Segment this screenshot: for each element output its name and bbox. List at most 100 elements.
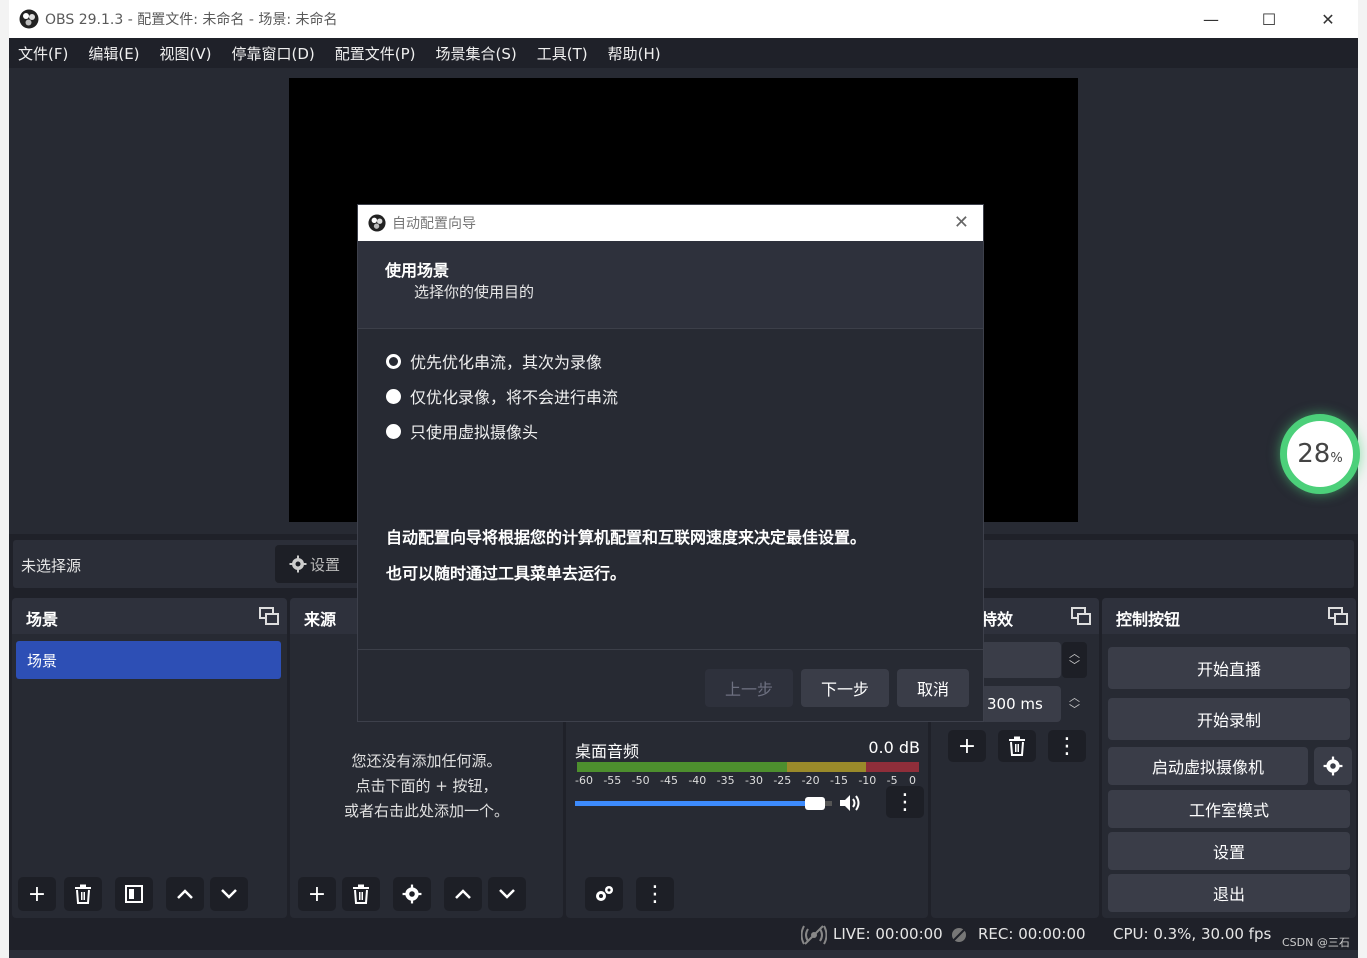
controls-dock: 控制按钮 开始直播 开始录制 启动虚拟摄像机 工作室模式 设置 退出	[1102, 598, 1356, 918]
sources-empty-message[interactable]: 您还没有添加任何源。 点击下面的 + 按钮， 或者右击此处添加一个。	[290, 749, 563, 824]
kebab-icon: ⋮	[1056, 733, 1078, 759]
auto-config-dialog: 自动配置向导 ✕ 使用场景 选择你的使用目的 优先优化串流，其次为录像 仅优化录…	[357, 204, 984, 722]
close-button[interactable]: ✕	[1299, 0, 1357, 38]
add-source-button[interactable]: +	[298, 877, 336, 911]
mixer-advanced-button[interactable]	[585, 877, 623, 911]
dialog-close-icon[interactable]: ✕	[954, 212, 969, 233]
live-signal-icon	[801, 925, 827, 945]
meter-scale-tick: -10	[858, 774, 877, 787]
plus-icon: +	[957, 733, 977, 759]
plus-icon: +	[307, 881, 327, 907]
scenes-dock: 场景 场景 +	[12, 598, 287, 918]
menu-edit[interactable]: 编辑(E)	[88, 43, 139, 64]
back-button[interactable]: 上一步	[705, 669, 793, 707]
studio-mode-button[interactable]: 工作室模式	[1108, 790, 1350, 828]
volume-slider-track[interactable]	[575, 797, 832, 810]
gear-icon	[289, 555, 307, 573]
add-scene-button[interactable]: +	[18, 877, 56, 911]
meter-scale-tick: -20	[801, 774, 820, 787]
scenes-dock-header: 场景	[12, 598, 287, 634]
source-move-up-button[interactable]	[444, 877, 482, 911]
controls-dock-header: 控制按钮	[1102, 598, 1356, 634]
dialog-footer: 上一步 下一步 取消	[358, 649, 983, 721]
menu-help[interactable]: 帮助(H)	[608, 43, 661, 64]
meter-scale-tick: -35	[716, 774, 735, 787]
live-timer: LIVE: 00:00:00	[833, 925, 943, 943]
radio-unselected[interactable]	[386, 423, 401, 439]
transition-duration-field[interactable]: 300 ms	[981, 686, 1061, 722]
scene-filters-button[interactable]	[115, 877, 153, 911]
undock-icon[interactable]	[1071, 607, 1091, 625]
scene-move-down-button[interactable]	[210, 877, 248, 911]
undock-icon[interactable]	[1328, 607, 1348, 625]
filter-icon	[125, 885, 143, 903]
gauge-unit: %	[1330, 450, 1343, 466]
menu-view[interactable]: 视图(V)	[160, 43, 212, 64]
remove-scene-button[interactable]	[64, 877, 102, 911]
option-virtualcam-only[interactable]: 只使用虚拟摄像头	[386, 419, 538, 443]
desktop-left-edge	[0, 0, 9, 958]
menu-docks[interactable]: 停靠窗口(D)	[232, 43, 315, 64]
source-settings-label: 设置	[310, 555, 341, 574]
start-recording-button[interactable]: 开始录制	[1108, 698, 1350, 740]
chevron-up-icon	[177, 889, 193, 899]
menu-file[interactable]: 文件(F)	[18, 43, 68, 64]
source-move-down-button[interactable]	[488, 877, 526, 911]
option-label: 只使用虚拟摄像头	[410, 423, 539, 442]
meter-scale-tick: -25	[773, 774, 792, 787]
next-button[interactable]: 下一步	[801, 669, 889, 707]
option-stream-priority[interactable]: 优先优化串流，其次为录像	[386, 349, 602, 373]
radio-unselected[interactable]	[386, 388, 401, 404]
option-label: 优先优化串流，其次为录像	[410, 353, 603, 372]
source-settings-button[interactable]: 设置	[275, 545, 367, 583]
meter-scale-tick: -60	[575, 774, 593, 787]
floating-performance-gauge[interactable]: 28%	[1280, 414, 1360, 494]
exit-button[interactable]: 退出	[1108, 874, 1350, 912]
virtualcam-settings-button[interactable]	[1314, 747, 1352, 785]
volume-slider-handle[interactable]	[804, 797, 825, 810]
transition-menu-button[interactable]: ⋮	[1048, 730, 1086, 762]
remove-source-button[interactable]	[342, 877, 380, 911]
gear-icon	[1323, 756, 1343, 776]
mixer-track-level: 0.0 dB	[868, 738, 920, 757]
meter-yellow-zone	[787, 762, 867, 772]
transition-select[interactable]	[981, 642, 1061, 678]
minimize-button[interactable]: —	[1182, 0, 1240, 38]
transition-spinner[interactable]: ︿ ﹀	[1062, 642, 1087, 678]
chevron-down-icon	[221, 889, 237, 899]
maximize-button[interactable]: ☐	[1240, 0, 1298, 38]
meter-scale-tick: -50	[631, 774, 650, 787]
option-label: 仅优化录像，将不会进行串流	[410, 388, 619, 407]
kebab-icon: ⋮	[644, 881, 666, 907]
mixer-menu-button[interactable]: ⋮	[636, 877, 674, 911]
undock-icon[interactable]	[259, 607, 279, 625]
settings-button[interactable]: 设置	[1108, 832, 1350, 870]
window-title: OBS 29.1.3 - 配置文件: 未命名 - 场景: 未命名	[45, 12, 338, 28]
empty-line-3: 或者右击此处添加一个。	[343, 802, 509, 820]
menu-scene-collection[interactable]: 场景集合(S)	[436, 43, 517, 64]
start-streaming-button[interactable]: 开始直播	[1108, 647, 1350, 689]
trash-icon	[353, 884, 369, 904]
scene-list-item[interactable]: 场景	[16, 641, 281, 679]
meter-scale-tick: -55	[603, 774, 622, 787]
speaker-icon[interactable]	[838, 793, 862, 813]
title-bar: OBS 29.1.3 - 配置文件: 未命名 - 场景: 未命名 — ☐ ✕	[9, 0, 1358, 38]
menu-tools[interactable]: 工具(T)	[537, 43, 588, 64]
add-transition-button[interactable]: +	[948, 730, 986, 762]
menu-profile[interactable]: 配置文件(P)	[335, 43, 416, 64]
status-bar: LIVE: 00:00:00 REC: 00:00:00 CPU: 0.3%, …	[9, 918, 1358, 950]
start-virtualcam-button[interactable]: 启动虚拟摄像机	[1108, 747, 1308, 785]
meter-red-zone	[866, 762, 919, 772]
chevron-up-icon	[455, 889, 471, 899]
empty-line-1: 您还没有添加任何源。	[351, 752, 502, 770]
cancel-button[interactable]: 取消	[897, 669, 969, 707]
option-record-only[interactable]: 仅优化录像，将不会进行串流	[386, 384, 618, 408]
remove-transition-button[interactable]	[998, 730, 1036, 762]
mixer-track-menu-button[interactable]: ⋮	[886, 786, 924, 818]
watermark-text: CSDN @三石	[1282, 936, 1350, 949]
radio-selected[interactable]	[386, 353, 401, 369]
source-properties-button[interactable]	[393, 877, 431, 911]
duration-stepper[interactable]: ︿ ﹀	[1062, 686, 1087, 722]
scene-move-up-button[interactable]	[166, 877, 204, 911]
dialog-header: 使用场景 选择你的使用目的	[358, 241, 983, 329]
